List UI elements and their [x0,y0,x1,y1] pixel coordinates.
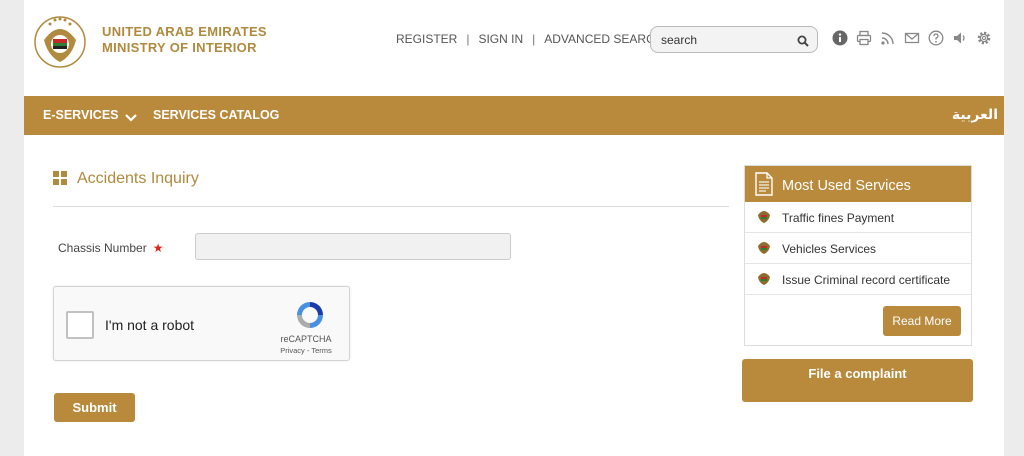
recaptcha-widget: I'm not a robot reCAPTCHA Privacy - Term… [53,286,350,361]
panel-title: Most Used Services [782,178,911,194]
page: UNITED ARAB EMIRATES MINISTRY OF INTERIO… [24,0,1004,456]
language-switch[interactable]: العربية [952,106,998,123]
nav-eservices[interactable]: E-SERVICES [43,108,137,122]
recaptcha-logo-icon [294,299,326,331]
submit-button[interactable]: Submit [54,393,135,422]
nav-services-catalog[interactable]: SERVICES CATALOG [153,108,279,122]
emblem-icon [757,240,771,255]
print-icon[interactable] [856,30,872,46]
rss-icon[interactable] [880,30,896,46]
chassis-label-text: Chassis Number [58,241,147,255]
file-complaint-label: File a complaint [808,366,907,381]
brand-title: UNITED ARAB EMIRATES MINISTRY OF INTERIO… [102,24,267,56]
advanced-search-link[interactable]: ADVANCED SEARCH [544,32,663,46]
uae-emblem-logo[interactable] [32,12,88,72]
file-complaint-button[interactable]: File a complaint [742,359,973,402]
service-item[interactable]: Traffic fines Payment [745,202,971,233]
document-icon [755,172,773,196]
link-separator: | [466,32,470,46]
brand-line-1: UNITED ARAB EMIRATES [102,24,267,39]
nav-eservices-label: E-SERVICES [43,108,119,122]
recaptcha-brand: reCAPTCHA [280,334,332,344]
gear-icon[interactable] [976,30,992,46]
service-item[interactable]: Vehicles Services [745,233,971,264]
search-box [650,26,818,53]
recaptcha-checkbox[interactable] [66,311,94,339]
service-item-label: Vehicles Services [782,242,877,256]
service-item-label: Issue Criminal record certificate [782,273,951,287]
link-separator: | [532,32,536,46]
chassis-number-input[interactable] [195,233,511,260]
brand-line-2: MINISTRY OF INTERIOR [102,40,257,55]
most-used-services-panel: Most Used Services Traffic fines Payment… [744,165,972,346]
sign-in-link[interactable]: SIGN IN [478,32,523,46]
title-divider [53,206,729,207]
help-icon[interactable] [928,30,944,46]
toolbar-icons [832,30,992,46]
mail-icon[interactable] [904,30,920,46]
required-mark: ★ [152,241,164,255]
panel-header: Most Used Services [745,166,971,202]
recaptcha-terms-link[interactable]: Privacy - Terms [262,346,350,355]
chevron-down-icon [124,111,137,122]
read-more-button[interactable]: Read More [883,306,961,336]
page-title: Accidents Inquiry [77,170,199,187]
grid-icon [53,171,67,185]
service-item-label: Traffic fines Payment [782,211,895,225]
volume-icon[interactable] [952,30,968,46]
search-input[interactable] [661,32,797,47]
top-links: REGISTER | SIGN IN | ADVANCED SEARCH [396,32,663,46]
service-item[interactable]: Issue Criminal record certificate [745,264,971,295]
main-nav: E-SERVICES SERVICES CATALOG العربية [24,96,1004,135]
register-link[interactable]: REGISTER [396,32,457,46]
recaptcha-label: I'm not a robot [105,317,195,333]
search-icon[interactable] [797,34,809,47]
emblem-icon [757,271,771,286]
emblem-icon [757,209,771,224]
chassis-number-label: Chassis Number ★ [58,241,163,255]
info-icon[interactable] [832,30,848,46]
